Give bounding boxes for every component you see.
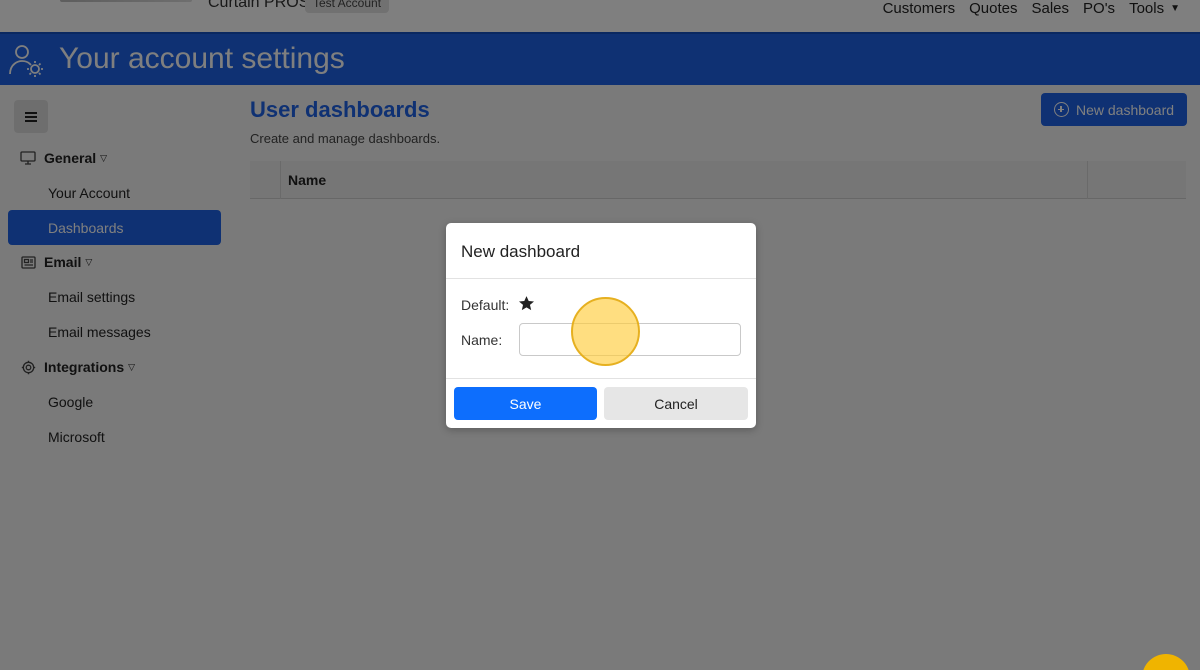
default-label: Default: — [461, 297, 510, 313]
cancel-button[interactable]: Cancel — [604, 387, 748, 420]
dialog-title: New dashboard — [461, 242, 581, 261]
click-indicator — [571, 297, 640, 366]
name-label: Name: — [461, 332, 503, 348]
divider — [446, 278, 756, 279]
divider — [446, 378, 756, 379]
save-button[interactable]: Save — [454, 387, 597, 420]
star-icon[interactable] — [518, 295, 535, 312]
